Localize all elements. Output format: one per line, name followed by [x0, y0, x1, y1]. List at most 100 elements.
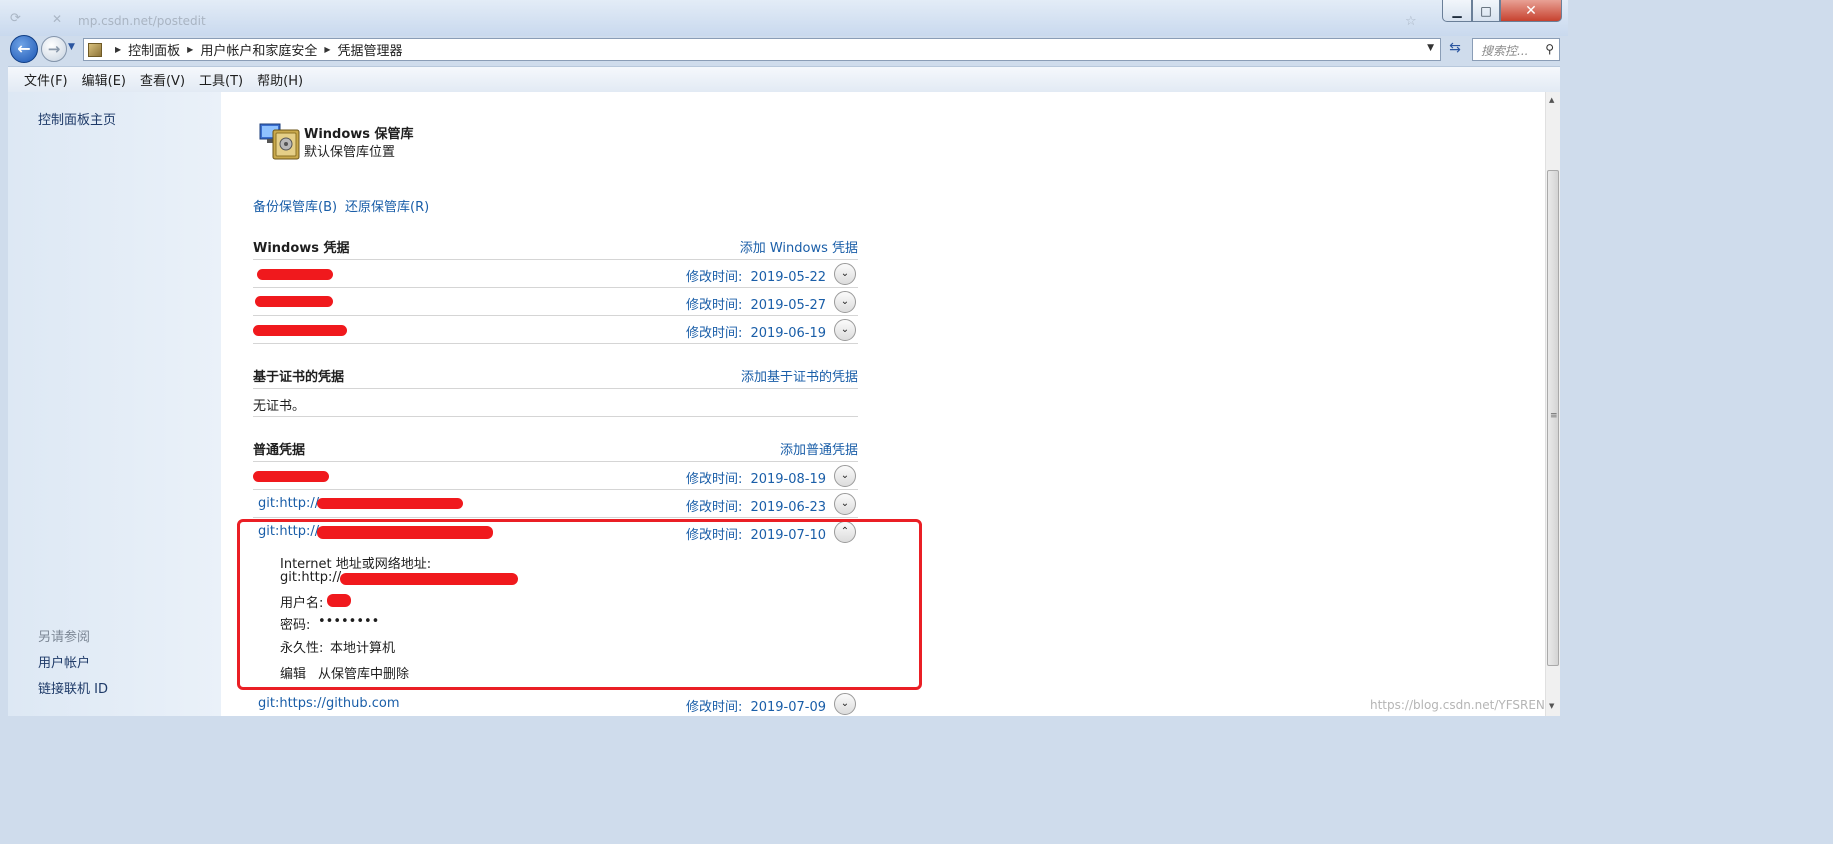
modified-label: 修改时间: — [686, 326, 743, 341]
main-content: Windows 保管库 默认保管库位置 备份保管库(B) 还原保管库(R) Wi… — [221, 92, 1545, 716]
generic-credentials-title: 普通凭据 — [253, 443, 306, 458]
redaction-mark — [253, 471, 329, 482]
expand-chevron-icon[interactable]: ⌄ — [834, 465, 856, 487]
address-dropdown-icon[interactable]: ▼ — [1427, 43, 1434, 53]
credential-row[interactable]: git:http:// 修改时间: 2019-06-23 ⌄ — [253, 490, 858, 518]
modified-label: 修改时间: — [686, 472, 743, 487]
maximize-icon: □ — [1480, 3, 1492, 18]
windows-credentials-title: Windows 凭据 — [253, 241, 350, 256]
minimize-button[interactable]: ▁ — [1442, 0, 1472, 22]
scrollbar-thumb[interactable]: ≡ — [1547, 170, 1559, 666]
empty-certificate-row: 无证书。 — [253, 389, 858, 417]
modified-date: 2019-08-19 — [750, 472, 826, 487]
arrow-left-icon: ← — [17, 39, 31, 58]
credential-modified: 修改时间: 2019-06-23 — [686, 496, 826, 515]
chevron-right-icon[interactable]: ▶ — [187, 45, 193, 54]
chevron-right-icon[interactable]: ▶ — [324, 45, 330, 54]
back-button[interactable]: ← — [10, 35, 38, 63]
modified-date: 2019-05-22 — [750, 270, 826, 285]
modified-date: 2019-06-23 — [750, 500, 826, 515]
chevron-right-icon[interactable]: ▶ — [115, 45, 121, 54]
sidebar: 控制面板主页 另请参阅 用户帐户 链接联机 ID — [8, 92, 221, 716]
watermark: https://blog.csdn.net/YFSREN — [1370, 698, 1545, 712]
modified-label: 修改时间: — [686, 298, 743, 313]
star-icon: ☆ — [1405, 14, 1417, 29]
backup-vault-link[interactable]: 备份保管库(B) — [253, 196, 337, 215]
redaction-mark — [257, 269, 333, 280]
sidebar-user-accounts[interactable]: 用户帐户 — [38, 652, 90, 671]
menu-edit[interactable]: 编辑(E) — [75, 70, 133, 89]
modified-date: 2019-06-19 — [750, 326, 826, 341]
expand-chevron-icon[interactable]: ⌄ — [834, 263, 856, 285]
control-panel-icon — [88, 42, 102, 57]
credential-modified: 修改时间: 2019-06-19 — [686, 322, 826, 341]
certificate-credentials-title: 基于证书的凭据 — [253, 370, 345, 385]
add-windows-credential-link[interactable]: 添加 Windows 凭据 — [740, 237, 858, 256]
minimize-icon: ▁ — [1452, 3, 1462, 18]
windows-credentials-header: Windows 凭据 添加 Windows 凭据 — [253, 231, 858, 260]
scroll-up-icon[interactable]: ▲ — [1549, 96, 1554, 104]
menu-view[interactable]: 查看(V) — [133, 70, 192, 89]
close-icon: ✕ — [1525, 2, 1537, 19]
certificate-credentials-section: 基于证书的凭据 添加基于证书的凭据 无证书。 — [253, 360, 858, 417]
sidebar-link-online-id[interactable]: 链接联机 ID — [38, 678, 108, 697]
address-bar[interactable]: ▶ 控制面板 ▶ 用户帐户和家庭安全 ▶ 凭据管理器 ▼ — [83, 38, 1441, 61]
forward-button[interactable]: → — [41, 36, 67, 62]
vault-icon — [259, 123, 300, 160]
close-button[interactable]: ✕ — [1500, 0, 1562, 22]
add-certificate-credential-link[interactable]: 添加基于证书的凭据 — [741, 366, 858, 385]
no-certificate-text: 无证书。 — [253, 399, 306, 414]
breadcrumb-credential-manager[interactable]: 凭据管理器 — [338, 40, 403, 59]
modified-label: 修改时间: — [686, 500, 743, 515]
redaction-mark — [255, 296, 333, 307]
title-bar: ⟳ ✕ mp.csdn.net/postedit ☆ ▁ □ ✕ — [0, 0, 1568, 36]
last-credential-row-wrap: git:https://github.com 修改时间: 2019-07-09 ⌄ — [253, 690, 858, 716]
vault-subtitle: 默认保管库位置 — [304, 145, 396, 160]
certificate-credentials-header: 基于证书的凭据 添加基于证书的凭据 — [253, 360, 858, 389]
credential-row[interactable]: 修改时间: 2019-05-27 ⌄ — [253, 288, 858, 316]
search-placeholder: 搜索控... — [1481, 44, 1529, 58]
search-icon[interactable]: ⚲ — [1545, 42, 1554, 56]
refresh-icon: ⟳ — [10, 11, 21, 26]
add-generic-credential-link[interactable]: 添加普通凭据 — [780, 439, 858, 458]
restore-vault-link[interactable]: 还原保管库(R) — [345, 196, 429, 215]
scroll-down-icon[interactable]: ▼ — [1549, 702, 1554, 710]
window-controls: ▁ □ ✕ — [1442, 0, 1562, 22]
sidebar-see-also-heading: 另请参阅 — [38, 630, 91, 645]
grip-icon: ≡ — [1550, 411, 1558, 421]
breadcrumb-control-panel[interactable]: 控制面板 — [128, 40, 180, 59]
breadcrumb-user-accounts[interactable]: 用户帐户和家庭安全 — [200, 40, 317, 59]
recent-pages-dropdown[interactable]: ▼ — [68, 42, 75, 52]
credential-modified: 修改时间: 2019-05-22 — [686, 266, 826, 285]
credential-modified: 修改时间: 2019-07-09 — [686, 696, 826, 715]
expand-chevron-icon[interactable]: ⌄ — [834, 319, 856, 341]
credential-row[interactable]: 修改时间: 2019-08-19 ⌄ — [253, 462, 858, 490]
modified-date: 2019-07-09 — [750, 700, 826, 715]
menu-help[interactable]: 帮助(H) — [250, 70, 310, 89]
menu-file[interactable]: 文件(F) — [8, 70, 75, 89]
search-input[interactable]: 搜索控... ⚲ — [1472, 38, 1560, 61]
sidebar-control-panel-home[interactable]: 控制面板主页 — [38, 109, 116, 128]
credential-row[interactable]: 修改时间: 2019-06-19 ⌄ — [253, 316, 858, 344]
vertical-scrollbar[interactable]: ▲ ≡ ▼ — [1545, 92, 1560, 716]
menu-tools[interactable]: 工具(T) — [192, 70, 250, 89]
credential-modified: 修改时间: 2019-05-27 — [686, 294, 826, 313]
vault-title: Windows 保管库 — [304, 127, 414, 142]
modified-label: 修改时间: — [686, 700, 743, 715]
redaction-mark — [317, 498, 463, 509]
windows-credentials-section: Windows 凭据 添加 Windows 凭据 修改时间: 2019-05-22… — [253, 231, 858, 344]
credential-name[interactable]: git:https://github.com — [258, 696, 400, 711]
refresh-button[interactable]: ⇆ — [1444, 40, 1466, 60]
credential-modified: 修改时间: 2019-08-19 — [686, 468, 826, 487]
window-title: mp.csdn.net/postedit — [78, 14, 206, 28]
close-tab-icon: ✕ — [52, 12, 63, 26]
expand-chevron-icon[interactable]: ⌄ — [834, 493, 856, 515]
credential-row[interactable]: 修改时间: 2019-05-22 ⌄ — [253, 260, 858, 288]
maximize-button[interactable]: □ — [1472, 0, 1500, 22]
expand-chevron-icon[interactable]: ⌄ — [834, 291, 856, 313]
credential-row[interactable]: git:https://github.com 修改时间: 2019-07-09 ⌄ — [253, 690, 858, 716]
modified-date: 2019-05-27 — [750, 298, 826, 313]
expand-chevron-icon[interactable]: ⌄ — [834, 693, 856, 715]
navigation-bar: ← → ▼ ▶ 控制面板 ▶ 用户帐户和家庭安全 ▶ 凭据管理器 ▼ ⇆ 搜索控… — [0, 35, 1568, 64]
credential-name[interactable]: git:http:// — [258, 496, 319, 511]
